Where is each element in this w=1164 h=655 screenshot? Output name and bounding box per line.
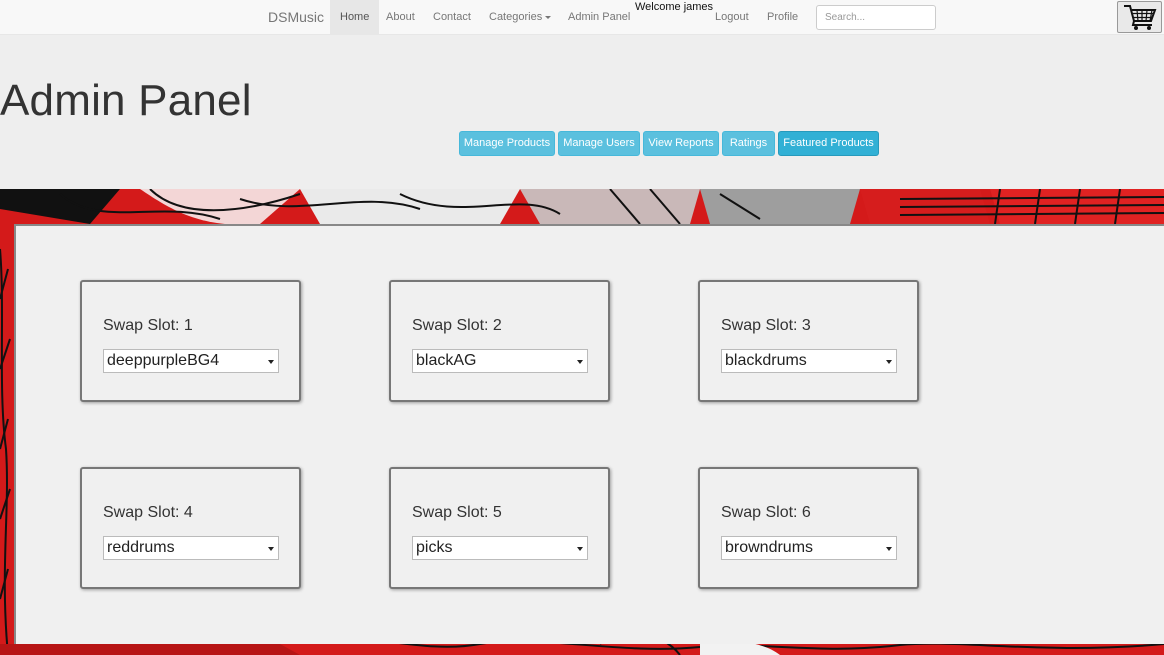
nav-about[interactable]: About <box>376 0 425 35</box>
swap-slot-label: Swap Slot: 2 <box>412 317 502 334</box>
selected-value: browndrums <box>725 539 814 556</box>
manage-products-button[interactable]: Manage Products <box>459 131 555 156</box>
swap-slot-select-5[interactable]: picks <box>412 536 588 560</box>
caret-down-icon <box>545 15 552 19</box>
swap-slot-select-2[interactable]: blackAG <box>412 349 588 373</box>
swap-slot-card-5: Swap Slot: 5 picks <box>389 467 610 589</box>
dropdown-arrow-icon <box>268 360 274 364</box>
swap-slot-label: Swap Slot: 1 <box>103 317 193 334</box>
swap-slot-select-6[interactable]: browndrums <box>721 536 897 560</box>
swap-slot-card-1: Swap Slot: 1 deeppurpleBG4 <box>80 280 301 402</box>
brand-link[interactable]: DSMusic <box>268 9 324 25</box>
page-title: Admin Panel <box>0 76 252 125</box>
nav-admin-panel[interactable]: Admin Panel <box>558 0 640 35</box>
nav-categories-label: Categories <box>489 11 543 23</box>
nav-contact[interactable]: Contact <box>423 0 481 35</box>
swap-slot-label: Swap Slot: 4 <box>103 504 193 521</box>
nav-profile[interactable]: Profile <box>757 0 808 35</box>
selected-value: blackdrums <box>725 352 807 369</box>
selected-value: reddrums <box>107 539 175 556</box>
swap-slot-label: Swap Slot: 3 <box>721 317 811 334</box>
swap-slot-label: Swap Slot: 5 <box>412 504 502 521</box>
selected-value: blackAG <box>416 352 477 369</box>
search-input[interactable] <box>816 5 936 30</box>
dropdown-arrow-icon <box>268 547 274 551</box>
nav-logout[interactable]: Logout <box>705 0 759 35</box>
dropdown-arrow-icon <box>886 360 892 364</box>
nav-categories-dropdown[interactable]: Categories <box>479 0 561 35</box>
welcome-text: Welcome james <box>635 1 714 13</box>
view-reports-button[interactable]: View Reports <box>643 131 719 156</box>
nav-home[interactable]: Home <box>330 0 380 35</box>
cart-button[interactable] <box>1117 1 1162 33</box>
navbar: DSMusic Home About Contact Categories Ad… <box>0 0 1164 35</box>
ratings-button[interactable]: Ratings <box>722 131 775 156</box>
featured-products-button[interactable]: Featured Products <box>778 131 879 156</box>
swap-slot-card-6: Swap Slot: 6 browndrums <box>698 467 919 589</box>
swap-slot-select-3[interactable]: blackdrums <box>721 349 897 373</box>
dropdown-arrow-icon <box>577 547 583 551</box>
manage-users-button[interactable]: Manage Users <box>558 131 640 156</box>
swap-slot-card-4: Swap Slot: 4 reddrums <box>80 467 301 589</box>
selected-value: picks <box>416 539 453 556</box>
dropdown-arrow-icon <box>886 547 892 551</box>
featured-products-panel: Swap Slot: 1 deeppurpleBG4 Swap Slot: 2 … <box>14 224 1164 644</box>
swap-slot-select-1[interactable]: deeppurpleBG4 <box>103 349 279 373</box>
swap-slot-card-2: Swap Slot: 2 blackAG <box>389 280 610 402</box>
swap-slot-label: Swap Slot: 6 <box>721 504 811 521</box>
swap-slot-card-3: Swap Slot: 3 blackdrums <box>698 280 919 402</box>
swap-slot-select-4[interactable]: reddrums <box>103 536 279 560</box>
selected-value: deeppurpleBG4 <box>107 352 220 369</box>
dropdown-arrow-icon <box>577 360 583 364</box>
shopping-cart-icon <box>1123 5 1156 30</box>
